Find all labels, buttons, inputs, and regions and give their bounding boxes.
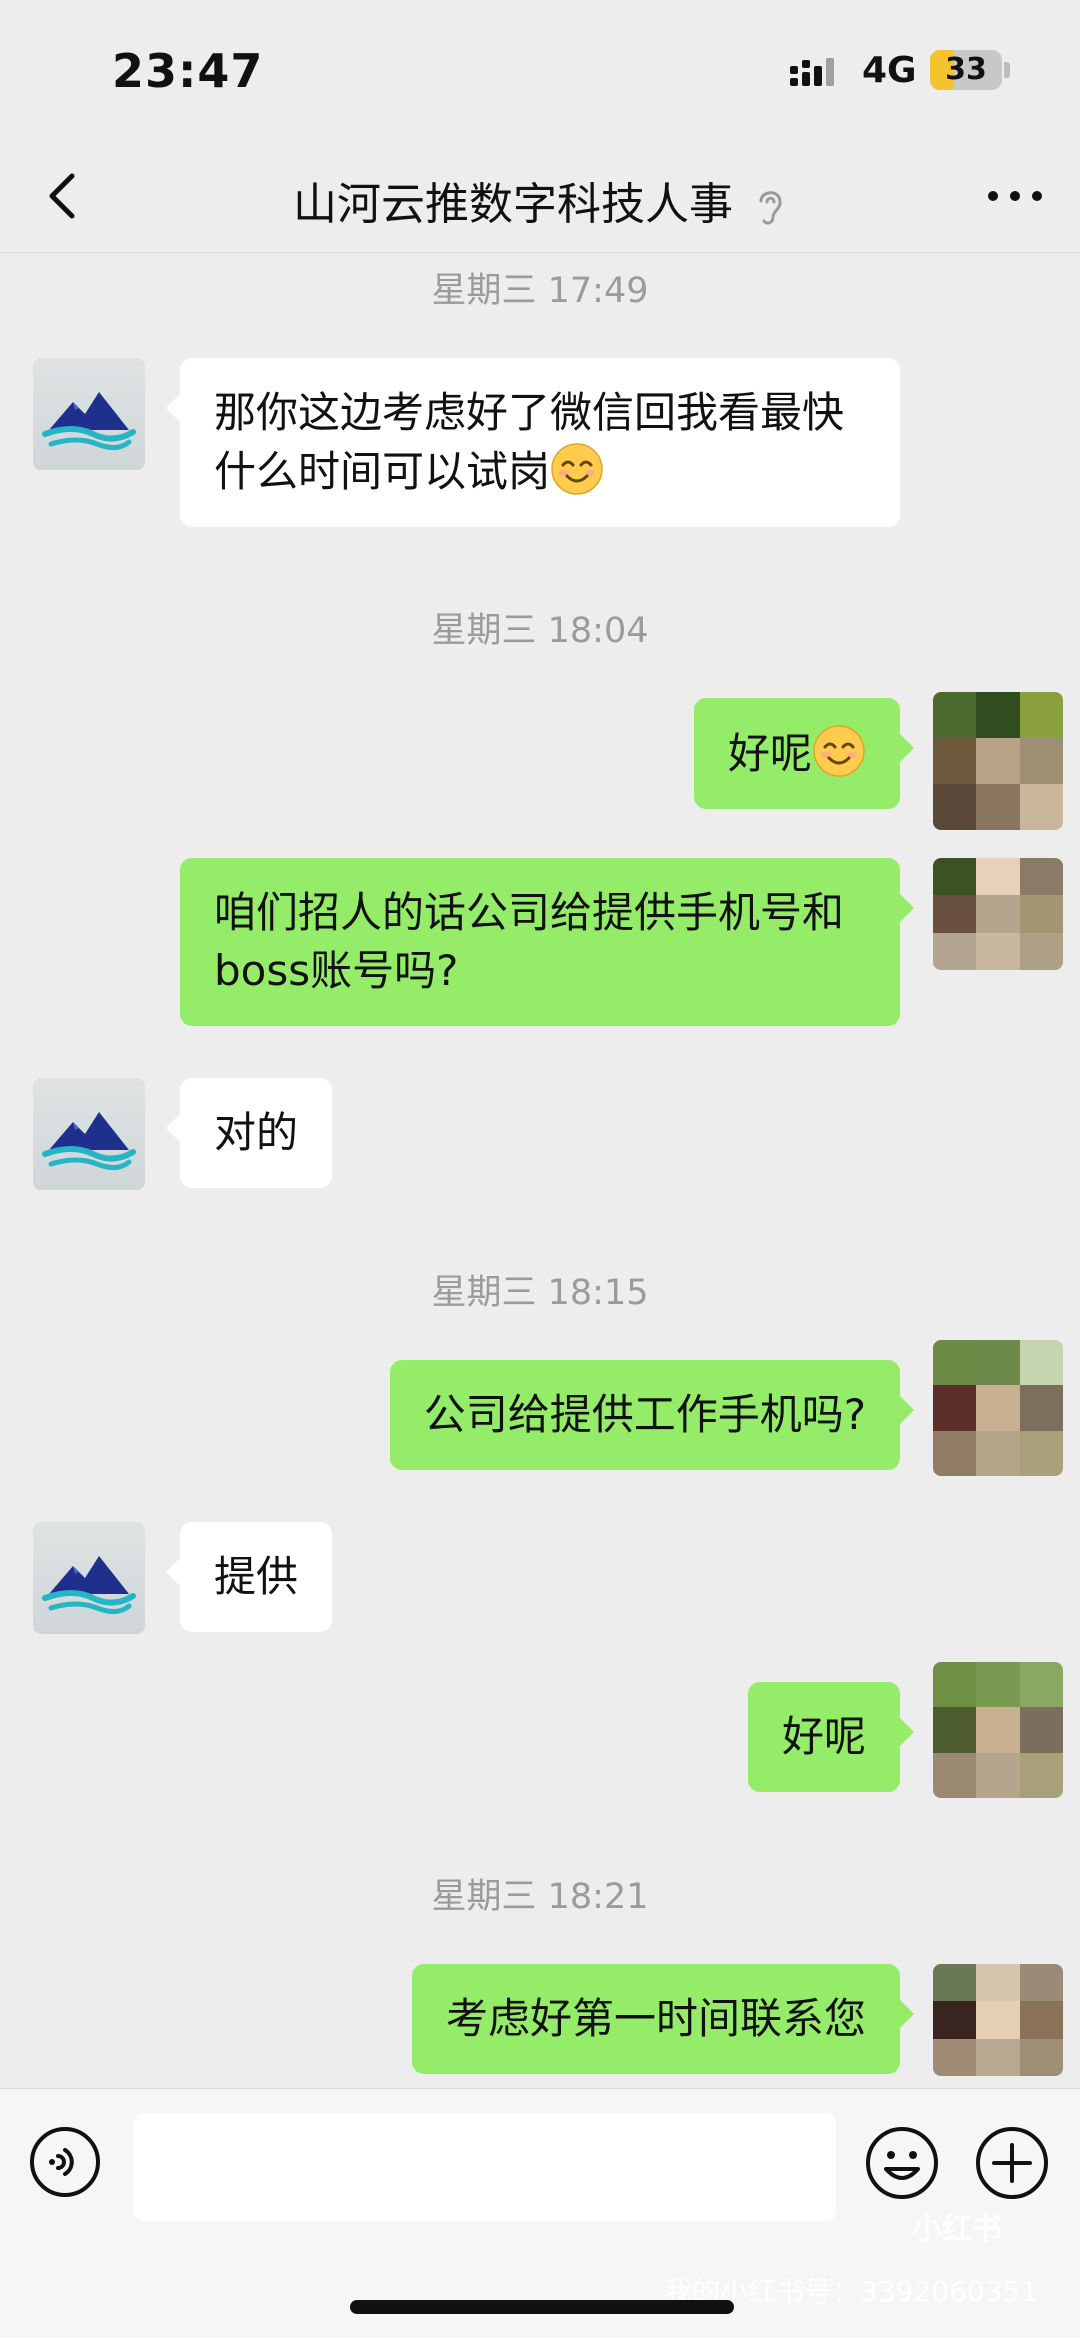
contact-avatar[interactable] [33,1078,145,1190]
avatar-pixel [1019,1964,1063,2002]
chat-title: 山河云推数字科技人事 [0,168,1080,232]
avatar-pixel [976,1385,1020,1431]
smiling-face-emoji [812,724,866,778]
user-avatar[interactable] [933,1964,1063,2076]
avatar-pixel [1019,932,1063,970]
received-message[interactable]: 对的 [165,1078,333,1188]
avatar-pixel [933,858,977,896]
avatar-pixel [933,1385,977,1431]
avatar-pixel [976,895,1020,933]
sent-message[interactable]: 咱们招人的话公司给提供手机号和boss账号吗? [180,858,914,1026]
avatar-pixel [1019,1707,1063,1753]
avatar-pixel [1019,2001,1063,2039]
home-indicator [350,2300,734,2314]
user-avatar[interactable] [933,692,1063,830]
status-time: 23:47 [112,44,264,98]
plus-icon[interactable] [974,2125,1050,2201]
status-bar: 23:47 4G 33 [0,0,1080,140]
avatar-pixel [1019,692,1063,738]
avatar-pixel [933,1707,977,1753]
message-text: 对的 [214,1108,299,1157]
message-text: 咱们招人的话公司给提供手机号和boss账号吗? [214,888,845,995]
avatar-pixel [976,858,1020,896]
contact-avatar[interactable] [33,1522,145,1634]
avatar-pixel [933,1964,977,2002]
avatar-pixel [976,932,1020,970]
battery-indicator: 33 [930,50,1002,90]
avatar-pixel [976,1340,1020,1386]
signal-icon [790,58,834,86]
timestamp: 星期三 18:21 [431,1877,649,1917]
message-text: 好呢 [781,1712,866,1761]
chat-header: 山河云推数字科技人事 [0,140,1080,253]
avatar-pixel [933,784,977,830]
avatar-pixel [933,1430,977,1476]
timestamp: 星期三 18:15 [431,1273,649,1313]
avatar-pixel [976,1430,1020,1476]
sent-message[interactable]: 好呢 [747,1682,915,1792]
avatar-pixel [1019,1340,1063,1386]
avatar-pixel [1019,2038,1063,2076]
avatar-pixel [976,2001,1020,2039]
avatar-pixel [976,738,1020,784]
emoji-icon[interactable] [864,2125,940,2201]
voice-icon[interactable] [28,2125,102,2199]
avatar-pixel [976,1662,1020,1708]
message-input[interactable] [134,2113,836,2221]
avatar-pixel [1019,1662,1063,1708]
message-text: 那你这边考虑好了微信回我看最快什么时间可以试岗 [214,388,845,496]
ear-icon [759,191,782,225]
watermark-logo: 小红书 [912,2212,1002,2247]
avatar-pixel [976,1752,1020,1798]
avatar-pixel [1019,738,1063,784]
avatar-pixel [933,1752,977,1798]
avatar-pixel [976,692,1020,738]
more-icon[interactable] [980,166,1050,226]
contact-avatar[interactable] [33,358,145,470]
avatar-pixel [1019,858,1063,896]
message-text: 好呢 [727,729,812,778]
message-text: 公司给提供工作手机吗? [423,1390,866,1439]
avatar-pixel [1019,1385,1063,1431]
message-text: 提供 [214,1552,299,1601]
avatar-pixel [933,738,977,784]
battery-tip [1004,62,1010,78]
avatar-pixel [976,2038,1020,2076]
timestamp: 星期三 18:04 [431,611,649,651]
sent-message[interactable]: 公司给提供工作手机吗? [389,1360,915,1470]
smiling-face-emoji [550,442,604,496]
user-avatar[interactable] [933,1340,1063,1476]
avatar-pixel [933,692,977,738]
timestamp: 星期三 17:49 [431,271,649,311]
avatar-pixel [933,2038,977,2076]
received-message[interactable]: 提供 [165,1522,333,1632]
battery-level: 33 [945,52,987,87]
user-avatar[interactable] [933,858,1063,970]
avatar-pixel [933,1340,977,1386]
avatar-pixel [933,932,977,970]
sent-message[interactable]: 考虑好第一时间联系您 [411,1964,915,2074]
received-message[interactable]: 那你这边考虑好了微信回我看最快什么时间可以试岗 [166,358,900,527]
chat-title-text: 山河云推数字科技人事 [293,179,733,230]
avatar-pixel [976,784,1020,830]
avatar-pixel [976,1964,1020,2002]
avatar-pixel [1019,1430,1063,1476]
avatar-pixel [976,1707,1020,1753]
sent-message[interactable]: 好呢 [693,698,915,809]
user-avatar[interactable] [933,1662,1063,1798]
message-text: 考虑好第一时间联系您 [445,1994,866,2043]
avatar-pixel [933,895,977,933]
network-type: 4G [862,50,917,91]
avatar-pixel [1019,784,1063,830]
avatar-pixel [933,1662,977,1708]
avatar-pixel [1019,895,1063,933]
avatar-pixel [1019,1752,1063,1798]
avatar-pixel [933,2001,977,2039]
